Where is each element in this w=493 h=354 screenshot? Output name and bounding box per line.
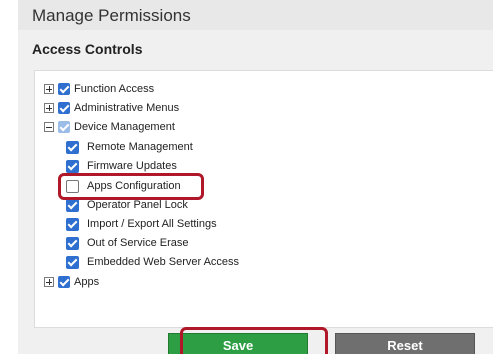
checkbox-remote-management[interactable]	[66, 140, 79, 154]
checkbox-function-access[interactable]	[58, 83, 70, 95]
tree-child-label: Operator Panel Lock	[87, 199, 188, 211]
section-title: Access Controls	[32, 41, 143, 57]
checkbox-out-of-service-erase[interactable]	[66, 236, 79, 250]
tree-node-label: Administrative Menus	[74, 102, 180, 114]
apps-configuration-highlight	[58, 173, 204, 200]
checkbox-import-export-settings[interactable]	[66, 217, 79, 231]
tree-node-label: Function Access	[74, 83, 155, 95]
tree-node-label: Device Management	[74, 121, 175, 133]
reset-button[interactable]: Reset	[335, 333, 475, 354]
collapse-minus-icon[interactable]	[44, 122, 54, 132]
page-title: Manage Permissions	[32, 6, 191, 25]
tree-child-import-export-settings: Import / Export All Settings	[66, 216, 217, 232]
expand-plus-icon[interactable]	[44, 277, 54, 287]
tree-child-label: Embedded Web Server Access	[87, 256, 240, 268]
tree-child-out-of-service-erase: Out of Service Erase	[66, 235, 189, 251]
tree-node-apps: Apps	[44, 274, 99, 290]
checkbox-apps[interactable]	[58, 276, 70, 288]
tree-child-label: Firmware Updates	[87, 160, 177, 172]
tree-child-remote-management: Remote Management	[66, 139, 193, 155]
tree-child-embedded-web-server-access: Embedded Web Server Access	[66, 254, 239, 270]
checkbox-operator-panel-lock[interactable]	[66, 198, 79, 212]
checkbox-firmware-updates[interactable]	[66, 159, 79, 173]
tree-node-function-access: Function Access	[44, 81, 154, 97]
save-button-highlight	[180, 327, 328, 354]
checkbox-embedded-web-server-access[interactable]	[66, 255, 79, 269]
checkbox-administrative-menus[interactable]	[58, 102, 70, 114]
tree-node-administrative-menus: Administrative Menus	[44, 100, 179, 116]
expand-plus-icon[interactable]	[44, 103, 54, 113]
tree-node-device-management: Device Management	[44, 119, 175, 135]
tree-node-label: Apps	[74, 276, 100, 288]
tree-child-label: Out of Service Erase	[87, 237, 189, 249]
expand-plus-icon[interactable]	[44, 84, 54, 94]
title-bar: Manage Permissions	[18, 0, 493, 30]
checkbox-device-management[interactable]	[58, 121, 70, 133]
tree-child-label: Remote Management	[87, 141, 193, 153]
tree-child-firmware-updates: Firmware Updates	[66, 158, 177, 174]
tree-child-label: Import / Export All Settings	[87, 218, 217, 230]
